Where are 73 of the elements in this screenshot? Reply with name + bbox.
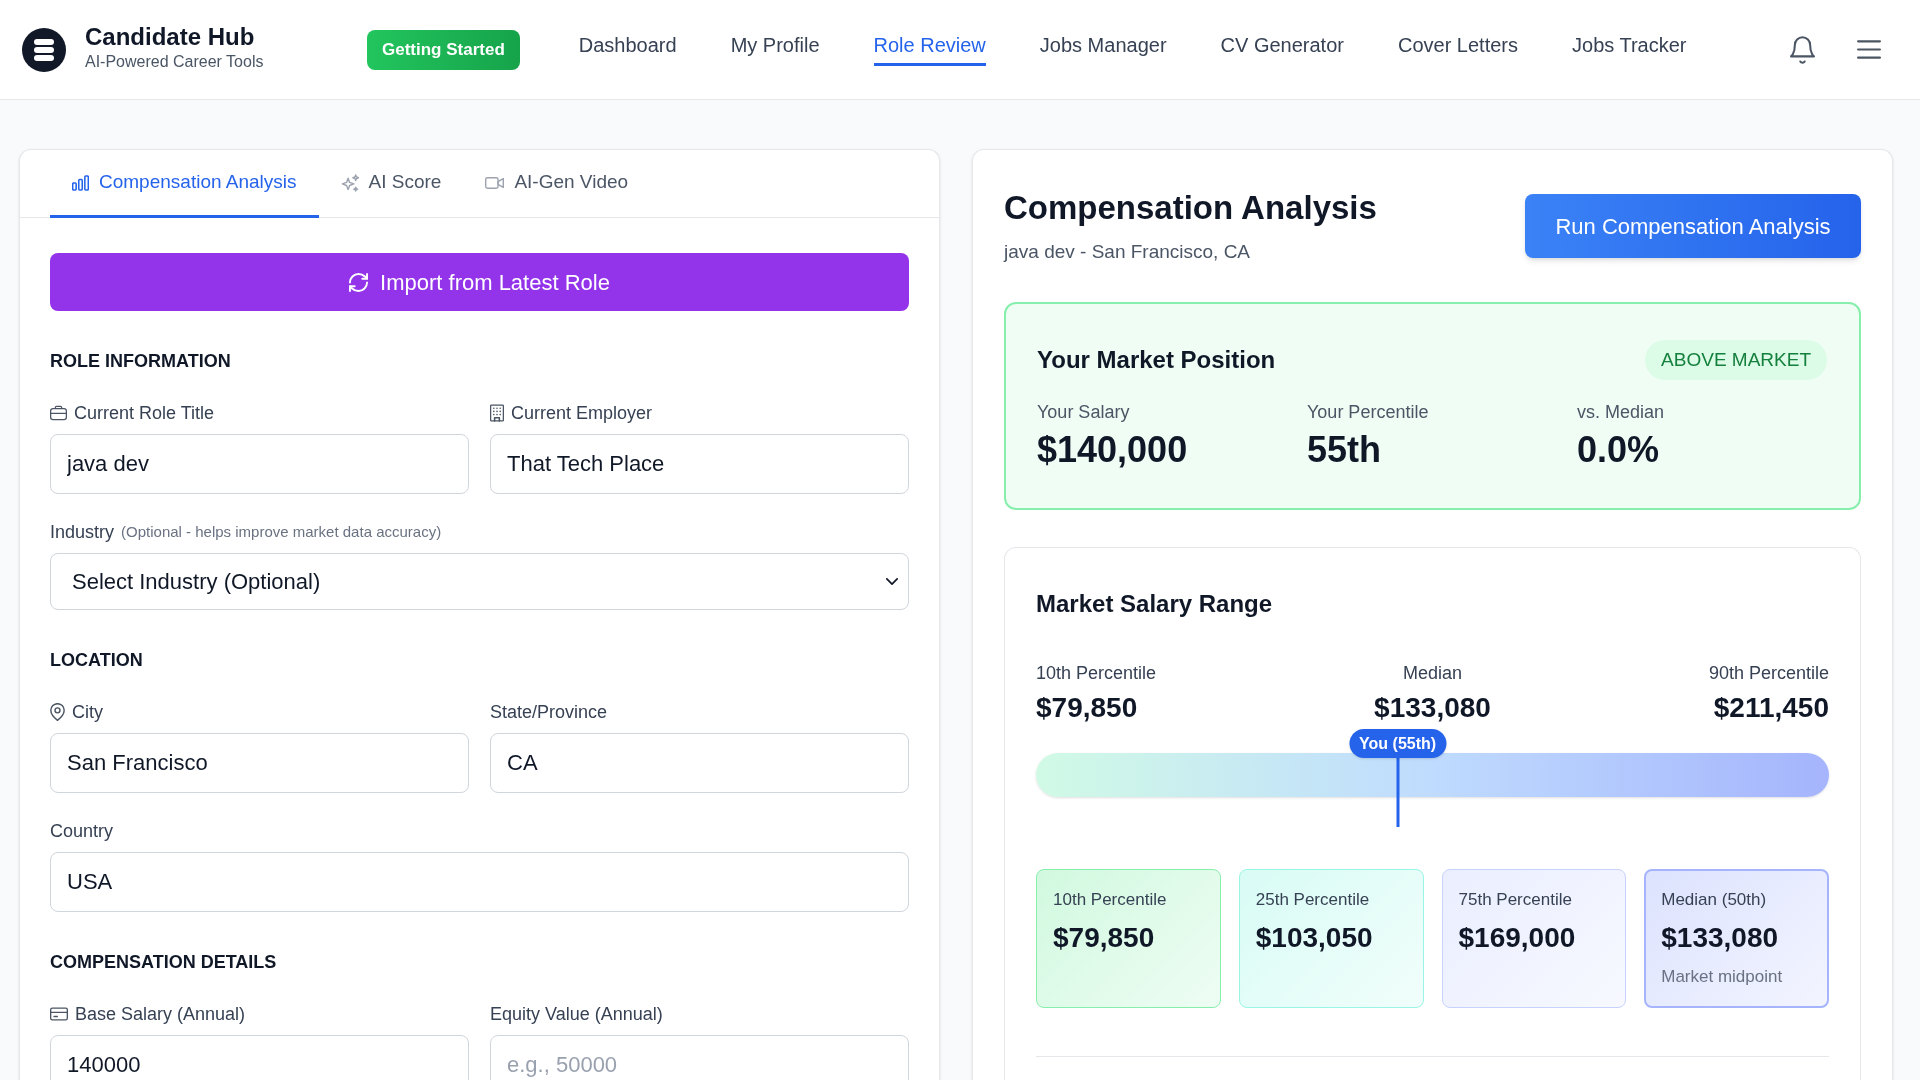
chevron-down-icon (886, 578, 898, 585)
card-value: $133,080 (1661, 922, 1780, 954)
nav-link[interactable]: Role Review (873, 33, 986, 66)
card-note: Market midpoint (1661, 966, 1784, 988)
position-badge: You (55th) (1349, 729, 1447, 758)
card-label: 25th Percentile (1255, 889, 1371, 911)
field-label: State/Province (490, 701, 608, 723)
menu-icon[interactable] (1857, 40, 1881, 59)
field-label: Current Employer (511, 402, 653, 424)
stat-label: vs. Median (1577, 401, 1666, 424)
field-label: Industry (50, 521, 115, 543)
card-label: Median (50th) (1661, 889, 1768, 911)
marker-label: Median (1402, 662, 1462, 685)
stat-label: Your Salary (1037, 401, 1131, 424)
marker-value: $133,080 (1374, 692, 1491, 724)
run-analysis-button[interactable]: Run Compensation Analysis (1525, 194, 1861, 258)
marker-value: $79,850 (1036, 692, 1138, 724)
brand-subtitle: AI-Powered Career Tools (85, 51, 264, 72)
field-label: Equity Value (Annual) (490, 1003, 663, 1025)
nav-link[interactable]: Jobs Tracker (1572, 33, 1687, 66)
nav-link[interactable]: My Profile (730, 33, 820, 66)
refresh-icon (349, 272, 369, 292)
tab[interactable]: AI Score (318, 150, 464, 218)
stat-value: 0.0% (1577, 430, 1661, 470)
nav-link[interactable]: Cover Letters (1397, 33, 1518, 66)
marker-label: 90th Percentile (1708, 662, 1829, 685)
logo-icon (22, 27, 66, 72)
tab[interactable]: AI-Gen Video (463, 150, 651, 218)
text-input[interactable]: USA (50, 852, 909, 912)
nav-link[interactable]: Jobs Manager (1039, 33, 1167, 66)
field-label: Country (50, 820, 114, 842)
marker-value: $211,450 (1713, 692, 1829, 724)
card-title: Your Market Position (1037, 345, 1276, 375)
nav-link[interactable]: Dashboard (578, 33, 677, 66)
text-input[interactable]: That Tech Place (490, 434, 909, 494)
section-heading: COMPENSATION DETAILS (50, 951, 278, 973)
card-value: $103,050 (1255, 922, 1374, 954)
stat-value: $140,000 (1037, 430, 1189, 470)
marker-label: 10th Percentile (1036, 662, 1157, 685)
map-pin-icon (50, 703, 65, 721)
briefcase-icon (50, 405, 67, 421)
card-label: 75th Percentile (1458, 889, 1573, 911)
stat-label: Your Percentile (1307, 401, 1430, 424)
field-label: City (72, 701, 103, 723)
field-label: Current Role Title (74, 402, 215, 424)
building-icon (490, 404, 504, 422)
sparkles-icon (340, 173, 359, 192)
section-heading: ROLE INFORMATION (50, 350, 232, 372)
brand-title: Candidate Hub (85, 21, 256, 52)
credit-card-icon (50, 1007, 68, 1021)
text-input[interactable]: e.g., 50000 (490, 1035, 909, 1080)
select-field[interactable]: Select Industry (Optional) (50, 553, 909, 610)
panel-title: Compensation Analysis (1004, 188, 1377, 228)
section-heading: LOCATION (50, 649, 144, 671)
card-value: $79,850 (1053, 922, 1156, 954)
card-title: Market Salary Range (1036, 589, 1274, 619)
panel-subtitle: java dev - San Francisco, CA (1004, 240, 1252, 264)
video-camera-icon (485, 175, 505, 190)
text-input[interactable]: 140000 (50, 1035, 469, 1080)
nav-link[interactable]: CV Generator (1220, 33, 1344, 66)
text-input[interactable]: San Francisco (50, 733, 469, 793)
status-badge: ABOVE MARKET (1645, 340, 1827, 380)
tab[interactable]: Compensation Analysis (50, 150, 319, 218)
import-button[interactable]: Import from Latest Role (50, 253, 909, 311)
text-input[interactable]: java dev (50, 434, 469, 494)
field-hint: (Optional - helps improve market data accuracy) (121, 522, 442, 542)
stat-value: 55th (1307, 430, 1383, 470)
field-label: Base Salary (Annual) (75, 1003, 246, 1025)
notification-bell-icon[interactable] (1790, 35, 1815, 64)
text-input[interactable]: CA (490, 733, 909, 793)
card-value: $169,000 (1458, 922, 1577, 954)
card-label: 10th Percentile (1053, 889, 1168, 911)
bar-chart-icon (72, 173, 89, 192)
